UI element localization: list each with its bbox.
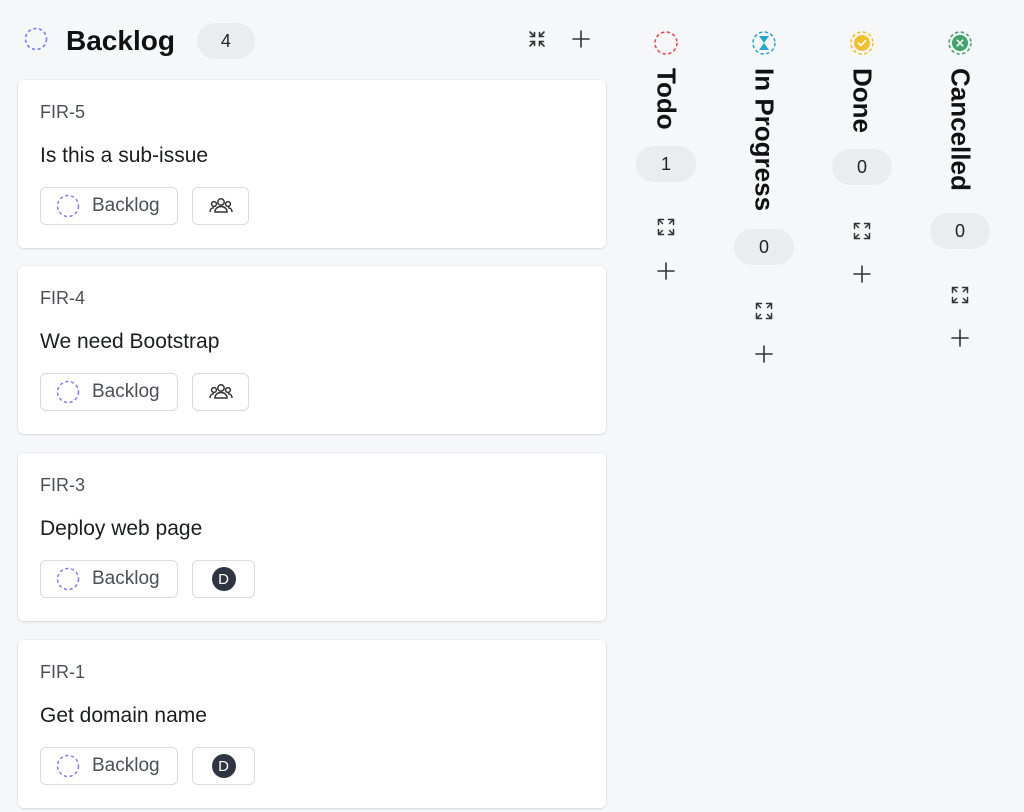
issue-title: Is this a sub-issue xyxy=(40,144,209,167)
assignee-chip[interactable]: D xyxy=(192,560,255,598)
issue-id: FIR-1 xyxy=(40,662,85,682)
expand-column-button[interactable] xyxy=(753,300,775,322)
status-label: Backlog xyxy=(92,755,160,776)
expand-icon xyxy=(853,222,871,240)
status-label: Backlog xyxy=(92,381,160,402)
backlog-status-icon xyxy=(56,194,80,218)
cancelled-status-icon xyxy=(947,30,973,61)
add-issue-button[interactable] xyxy=(949,327,971,349)
assignee-chip[interactable] xyxy=(192,187,249,225)
plus-icon xyxy=(657,262,675,280)
issue-title: Deploy web page xyxy=(40,517,203,540)
status-label: Backlog xyxy=(92,568,160,589)
in-progress-status-icon xyxy=(751,30,777,61)
plus-icon xyxy=(853,265,871,283)
issue-title: We need Bootstrap xyxy=(40,330,220,353)
add-issue-button[interactable] xyxy=(753,343,775,365)
expand-column-button[interactable] xyxy=(851,220,873,242)
backlog-status-icon xyxy=(56,754,80,778)
expand-icon xyxy=(951,286,969,304)
column-count-badge: 0 xyxy=(930,213,990,249)
plus-icon xyxy=(951,329,969,347)
add-issue-button[interactable] xyxy=(570,28,592,50)
avatar: D xyxy=(211,754,236,778)
expand-column-button[interactable] xyxy=(949,284,971,306)
team-icon xyxy=(208,198,233,213)
backlog-count-badge: 4 xyxy=(196,23,255,59)
issue-id: FIR-4 xyxy=(40,288,85,308)
status-chip[interactable]: Backlog xyxy=(40,187,178,225)
add-issue-button[interactable] xyxy=(655,260,677,282)
plus-icon xyxy=(572,30,590,48)
expand-icon xyxy=(657,218,675,236)
expand-column-button[interactable] xyxy=(655,216,677,238)
todo-status-icon xyxy=(653,30,679,61)
collapse-column-button[interactable] xyxy=(526,28,548,50)
column-count-badge: 0 xyxy=(734,229,794,265)
status-label: Backlog xyxy=(92,195,160,216)
team-icon xyxy=(208,384,233,399)
expand-icon xyxy=(755,302,773,320)
column-count-badge: 0 xyxy=(832,149,892,185)
column-title: In Progress xyxy=(749,68,780,212)
backlog-status-icon xyxy=(24,27,48,56)
status-chip[interactable]: Backlog xyxy=(40,560,178,598)
plus-icon xyxy=(755,345,773,363)
status-chip[interactable]: Backlog xyxy=(40,373,178,411)
issue-card[interactable]: FIR-3 Deploy web page Backlog D xyxy=(18,453,606,621)
issue-id: FIR-5 xyxy=(40,102,85,122)
add-issue-button[interactable] xyxy=(851,263,873,285)
collapse-icon xyxy=(529,31,545,47)
backlog-status-icon xyxy=(56,567,80,591)
backlog-title: Backlog xyxy=(66,25,175,56)
issue-id: FIR-3 xyxy=(40,475,85,495)
issue-title: Get domain name xyxy=(40,704,207,727)
issue-card[interactable]: FIR-4 We need Bootstrap Backlog xyxy=(18,266,606,434)
assignee-chip[interactable] xyxy=(192,373,249,411)
column-title: Done xyxy=(847,68,878,133)
issue-card[interactable]: FIR-5 Is this a sub-issue Backlog xyxy=(18,80,606,248)
backlog-status-icon xyxy=(56,380,80,404)
column-title: Cancelled xyxy=(945,68,976,191)
status-chip[interactable]: Backlog xyxy=(40,747,178,785)
assignee-chip[interactable]: D xyxy=(192,747,255,785)
avatar: D xyxy=(211,567,236,591)
issue-card[interactable]: FIR-1 Get domain name Backlog D xyxy=(18,640,606,808)
done-status-icon xyxy=(849,30,875,61)
column-title: Todo xyxy=(651,68,682,130)
backlog-column-header: Backlog 4 xyxy=(18,18,606,64)
column-count-badge: 1 xyxy=(636,146,696,182)
